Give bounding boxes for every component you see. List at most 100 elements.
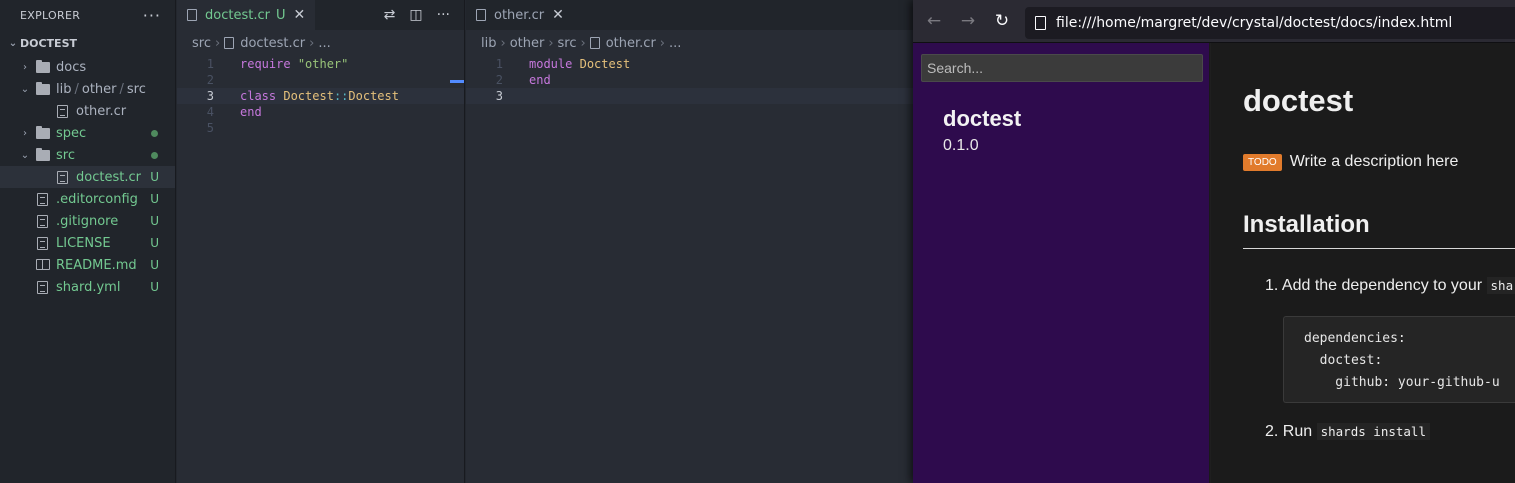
code-token: Doctest bbox=[579, 57, 631, 71]
inline-code: shards install bbox=[1316, 423, 1430, 440]
breadcrumb-item[interactable]: lib bbox=[481, 36, 496, 51]
url-text: file:///home/margret/dev/crystal/doctest… bbox=[1056, 15, 1453, 31]
step-text: Add the dependency to your bbox=[1281, 277, 1483, 294]
git-status-badge: U bbox=[150, 170, 159, 184]
description-text: Write a description here bbox=[1289, 153, 1459, 170]
tree-item-label: .editorconfig bbox=[56, 191, 138, 207]
code-token: "other" bbox=[297, 57, 349, 71]
chevron-right-icon: › bbox=[309, 35, 315, 51]
tree-item-label-part: src bbox=[126, 81, 146, 97]
browser-window: ← → ↻ file:///home/margret/dev/crystal/d… bbox=[913, 0, 1515, 483]
code-block: dependencies: doctest: github: your-gith… bbox=[1283, 316, 1515, 403]
url-bar[interactable]: file:///home/margret/dev/crystal/doctest… bbox=[1025, 7, 1515, 39]
close-icon[interactable]: ✕ bbox=[552, 7, 564, 23]
file-icon bbox=[476, 9, 486, 21]
code-line: 2 bbox=[177, 72, 464, 88]
tab-other-cr[interactable]: other.cr ✕ bbox=[466, 0, 574, 30]
close-icon[interactable]: ✕ bbox=[293, 7, 305, 23]
explorer-title: EXPLORER bbox=[20, 8, 81, 22]
tree-file-other-cr[interactable]: other.cr bbox=[0, 100, 175, 122]
page-icon bbox=[1035, 16, 1046, 30]
tree-item-label: doctest.cr bbox=[76, 169, 141, 185]
tree-file-gitignore[interactable]: .gitignore U bbox=[0, 210, 175, 232]
file-icon bbox=[589, 37, 600, 49]
tree-item-label-part: other bbox=[81, 81, 117, 97]
browser-toolbar: ← → ↻ file:///home/margret/dev/crystal/d… bbox=[913, 0, 1515, 43]
line-number: 2 bbox=[495, 73, 503, 87]
list-item: 2. Run shards install bbox=[1265, 423, 1430, 441]
back-icon[interactable]: ← bbox=[917, 11, 951, 31]
tree-file-shard-yml[interactable]: shard.yml U bbox=[0, 276, 175, 298]
code-token: :: bbox=[333, 89, 349, 103]
tree-item-label-part: lib bbox=[56, 81, 72, 97]
tree-file-editorconfig[interactable]: .editorconfig U bbox=[0, 188, 175, 210]
search-input[interactable] bbox=[921, 54, 1203, 82]
git-status-badge: U bbox=[150, 236, 159, 250]
breadcrumb-item[interactable]: doctest.cr bbox=[240, 36, 305, 51]
installation-heading: Installation bbox=[1243, 211, 1370, 238]
breadcrumb-item[interactable]: ... bbox=[318, 36, 330, 51]
tree-folder-spec[interactable]: › spec bbox=[0, 122, 175, 144]
tree-folder-src[interactable]: ⌄ src bbox=[0, 144, 175, 166]
chevron-right-icon: › bbox=[214, 35, 221, 51]
compare-changes-icon[interactable]: ⇄ bbox=[384, 7, 396, 23]
line-number: 3 bbox=[495, 89, 503, 103]
code-line: 5 bbox=[177, 120, 464, 136]
tab-label: other.cr bbox=[494, 7, 545, 23]
code-token: end bbox=[529, 73, 551, 87]
chevron-down-icon: ⌄ bbox=[20, 149, 30, 161]
file-icon bbox=[36, 193, 50, 206]
chevron-right-icon: › bbox=[500, 35, 506, 51]
code-line: 1 module Doctest bbox=[466, 56, 915, 72]
page-title: doctest bbox=[1243, 83, 1354, 118]
git-status-badge: U bbox=[150, 280, 159, 294]
tree-folder-lib-other-src[interactable]: ⌄ lib / other / src bbox=[0, 78, 175, 100]
tree-item-label: LICENSE bbox=[56, 235, 111, 251]
code-editor[interactable]: 1 require "other" 2 3 class Doctest::Docte… bbox=[177, 56, 464, 136]
file-icon bbox=[36, 237, 50, 250]
tree-item-label: README.md bbox=[56, 257, 137, 273]
tree-item-label: .gitignore bbox=[56, 213, 119, 229]
more-actions-icon[interactable]: ··· bbox=[437, 7, 450, 23]
chevron-right-icon: › bbox=[580, 35, 586, 51]
tree-item-label: src bbox=[56, 147, 75, 163]
code-line: 1 require "other" bbox=[177, 56, 464, 72]
code-editor[interactable]: 1 module Doctest 2 end 3 bbox=[466, 56, 915, 104]
tree-file-license[interactable]: LICENSE U bbox=[0, 232, 175, 254]
reload-icon[interactable]: ↻ bbox=[985, 11, 1019, 31]
inline-code: shard bbox=[1486, 277, 1515, 294]
git-status-badge: U bbox=[150, 214, 159, 228]
tree-file-doctest-cr[interactable]: doctest.cr U bbox=[0, 166, 175, 188]
chevron-right-icon: › bbox=[23, 61, 27, 73]
code-token: end bbox=[240, 105, 262, 119]
breadcrumb-item[interactable]: ... bbox=[669, 36, 681, 51]
more-actions-icon[interactable]: ··· bbox=[143, 6, 161, 25]
tab-doctest-cr[interactable]: doctest.cr U ✕ bbox=[177, 0, 316, 30]
docs-project-name[interactable]: doctest bbox=[943, 106, 1021, 132]
chevron-right-icon: › bbox=[548, 35, 554, 51]
breadcrumb-item[interactable]: src bbox=[192, 36, 211, 51]
git-modified-dot bbox=[151, 151, 158, 159]
file-icon bbox=[36, 215, 50, 228]
breadcrumb-item[interactable]: other.cr bbox=[606, 36, 656, 51]
split-editor-icon[interactable]: ◫ bbox=[409, 7, 422, 23]
file-icon bbox=[56, 105, 70, 118]
forward-icon[interactable]: → bbox=[951, 11, 985, 31]
breadcrumb-item[interactable]: src bbox=[558, 36, 577, 51]
tab-bar: other.cr ✕ bbox=[466, 0, 915, 30]
step-text: Run bbox=[1282, 423, 1313, 440]
file-icon bbox=[187, 9, 197, 21]
tab-label: doctest.cr bbox=[205, 7, 270, 23]
code-token: class bbox=[240, 89, 277, 103]
tree-file-readme[interactable]: README.md U bbox=[0, 254, 175, 276]
scrollbar-cursor-marker bbox=[450, 80, 464, 83]
todo-badge: TODO bbox=[1243, 153, 1282, 171]
docs-version: 0.1.0 bbox=[943, 137, 979, 154]
tree-folder-docs[interactable]: › docs bbox=[0, 56, 175, 78]
folder-icon bbox=[36, 126, 50, 139]
tree-item-label: shard.yml bbox=[56, 279, 121, 295]
code-line: 4 end bbox=[177, 104, 464, 120]
breadcrumb-item[interactable]: other bbox=[510, 36, 545, 51]
project-root[interactable]: ⌄ DOCTEST bbox=[0, 30, 175, 56]
git-status-badge: U bbox=[275, 7, 286, 23]
